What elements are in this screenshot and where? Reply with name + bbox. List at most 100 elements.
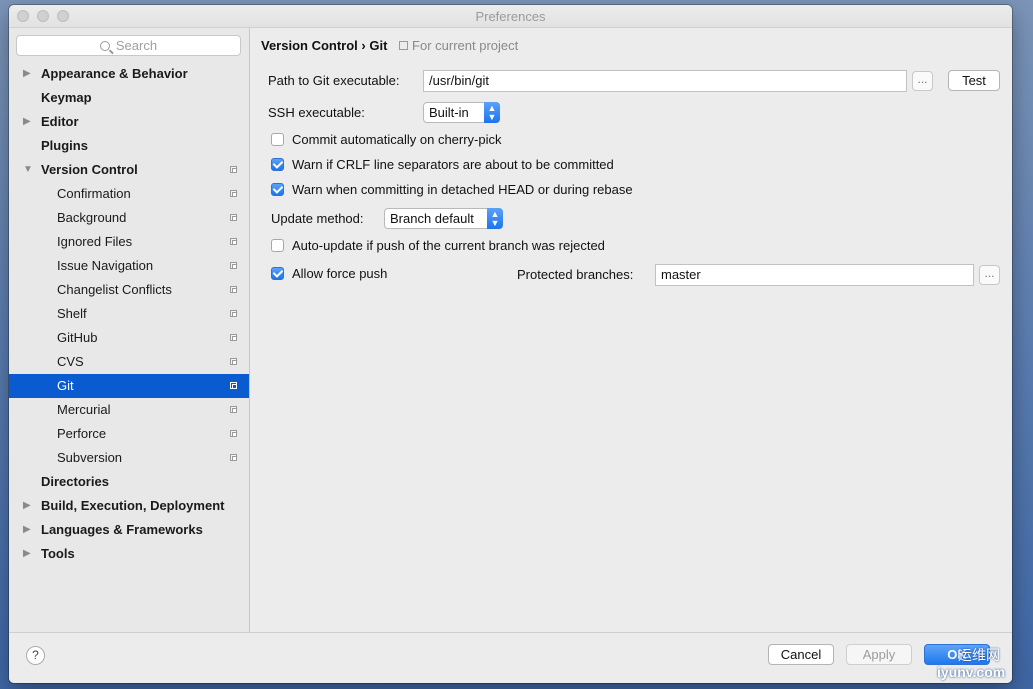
sidebar-item-label: Perforce	[57, 426, 107, 441]
project-scope-icon	[230, 238, 237, 245]
checkbox-checked-icon	[271, 158, 284, 171]
disclosure-collapsed-icon[interactable]: ▶	[23, 518, 31, 542]
crlf-warning-label: Warn if CRLF line separators are about t…	[292, 157, 614, 172]
search-icon	[99, 41, 110, 51]
detached-head-checkbox[interactable]: Warn when committing in detached HEAD or…	[271, 182, 633, 197]
project-scope-icon	[230, 310, 237, 317]
sidebar-item-plugins[interactable]: Plugins	[9, 134, 249, 158]
sidebar-item-subversion[interactable]: Subversion	[9, 446, 249, 470]
checkbox-checked-icon	[271, 267, 284, 280]
sidebar-item-background[interactable]: Background	[9, 206, 249, 230]
sidebar-item-label: Git	[57, 378, 74, 393]
sidebar-item-mercurial[interactable]: Mercurial	[9, 398, 249, 422]
project-scope-icon	[230, 262, 237, 269]
search-input[interactable]: Search	[16, 35, 241, 56]
git-path-browse-button[interactable]: ...	[912, 71, 933, 91]
sidebar-item-build-execution-deployment[interactable]: ▶ Build, Execution, Deployment	[9, 494, 249, 518]
project-scope-icon	[230, 406, 237, 413]
sidebar-item-label: GitHub	[57, 330, 98, 345]
settings-sidebar: Search ▶ Appearance & Behavior Keymap ▶ Edit…	[9, 28, 250, 632]
sidebar-item-label: Issue Navigation	[57, 258, 154, 273]
auto-update-checkbox[interactable]: Auto-update if push of the current branc…	[271, 238, 605, 253]
sidebar-item-label: Changelist Conflicts	[57, 282, 172, 297]
sidebar-item-tools[interactable]: ▶ Tools	[9, 542, 249, 566]
chevron-updown-icon: ▲ ▼	[484, 102, 500, 123]
force-push-checkbox[interactable]: Allow force push	[271, 266, 387, 281]
chevron-updown-icon: ▲ ▼	[487, 208, 503, 229]
sidebar-item-label: Ignored Files	[57, 234, 133, 249]
breadcrumb: Version Control › Git For current projec…	[261, 38, 518, 53]
sidebar-item-label: Appearance & Behavior	[41, 66, 188, 81]
checkbox-icon	[271, 239, 284, 252]
project-icon	[399, 41, 409, 50]
project-scope-icon	[230, 334, 237, 341]
project-scope-icon	[230, 166, 237, 173]
git-path-label: Path to Git executable:	[268, 73, 400, 88]
disclosure-collapsed-icon[interactable]: ▶	[23, 542, 31, 566]
ssh-label: SSH executable:	[268, 105, 365, 120]
window-title: Preferences	[475, 9, 546, 24]
protected-branches-label: Protected branches:	[517, 267, 634, 282]
disclosure-collapsed-icon[interactable]: ▶	[23, 62, 31, 86]
protected-branches-browse-button[interactable]: ...	[979, 265, 1000, 285]
sidebar-item-label: CVS	[57, 354, 84, 369]
cancel-button[interactable]: Cancel	[768, 644, 834, 665]
sidebar-item-github[interactable]: GitHub	[9, 326, 249, 350]
force-push-label: Allow force push	[292, 266, 388, 281]
sidebar-item-label: Build, Execution, Deployment	[41, 498, 225, 513]
ssh-select-value: Built-in	[429, 105, 469, 120]
update-method-select[interactable]: Branch default ▲ ▼	[384, 208, 503, 229]
cherry-pick-label: Commit automatically on cherry-pick	[292, 132, 502, 147]
sidebar-item-cvs[interactable]: CVS	[9, 350, 249, 374]
breadcrumb-path: Version Control › Git	[261, 38, 388, 53]
search-placeholder: Search	[115, 38, 158, 53]
sidebar-item-label: Languages & Frameworks	[41, 522, 203, 537]
sidebar-item-editor[interactable]: ▶ Editor	[9, 110, 249, 134]
project-scope: For current project	[399, 38, 518, 53]
sidebar-item-label: Directories	[41, 474, 109, 489]
sidebar-item-label: Mercurial	[57, 402, 111, 417]
sidebar-item-label: Tools	[41, 546, 75, 561]
crlf-warning-checkbox[interactable]: Warn if CRLF line separators are about t…	[271, 157, 614, 172]
checkbox-icon	[271, 133, 284, 146]
watermark-url: iyunv.com	[937, 664, 1006, 680]
watermark-text: 运维网	[958, 647, 1000, 663]
sidebar-item-label: Plugins	[41, 138, 88, 153]
sidebar-item-version-control[interactable]: ▼ Version Control	[9, 158, 249, 182]
disclosure-expanded-icon[interactable]: ▼	[23, 158, 33, 182]
test-button[interactable]: Test	[948, 70, 1000, 91]
update-method-value: Branch default	[390, 211, 474, 226]
cherry-pick-checkbox[interactable]: Commit automatically on cherry-pick	[271, 132, 502, 147]
apply-button[interactable]: Apply	[846, 644, 912, 665]
disclosure-collapsed-icon[interactable]: ▶	[23, 494, 31, 518]
git-path-field[interactable]: /usr/bin/git	[423, 70, 907, 92]
project-scope-icon	[230, 430, 237, 437]
settings-tree: ▶ Appearance & Behavior Keymap ▶ Editor Plugi…	[9, 62, 249, 566]
project-scope-label: For current project	[412, 38, 519, 53]
sidebar-item-shelf[interactable]: Shelf	[9, 302, 249, 326]
sidebar-item-perforce[interactable]: Perforce	[9, 422, 249, 446]
sidebar-item-label: Confirmation	[57, 186, 131, 201]
sidebar-item-languages-frameworks[interactable]: ▶ Languages & Frameworks	[9, 518, 249, 542]
project-scope-icon	[230, 214, 237, 221]
sidebar-item-appearance-behavior[interactable]: ▶ Appearance & Behavior	[9, 62, 249, 86]
title-bar: Preferences	[9, 5, 1012, 28]
project-scope-icon	[230, 358, 237, 365]
sidebar-item-directories[interactable]: Directories	[9, 470, 249, 494]
project-scope-icon	[230, 382, 237, 389]
sidebar-item-changelist-conflicts[interactable]: Changelist Conflicts	[9, 278, 249, 302]
sidebar-item-label: Version Control	[41, 162, 138, 177]
protected-branches-field[interactable]: master	[655, 264, 974, 286]
auto-update-label: Auto-update if push of the current branc…	[292, 238, 605, 253]
disclosure-collapsed-icon[interactable]: ▶	[23, 110, 31, 134]
sidebar-item-issue-navigation[interactable]: Issue Navigation	[9, 254, 249, 278]
help-button[interactable]: ?	[26, 646, 45, 665]
sidebar-item-confirmation[interactable]: Confirmation	[9, 182, 249, 206]
sidebar-item-label: Subversion	[57, 450, 123, 465]
sidebar-item-label: Editor	[41, 114, 79, 129]
sidebar-item-keymap[interactable]: Keymap	[9, 86, 249, 110]
sidebar-item-git[interactable]: Git	[9, 374, 249, 398]
sidebar-item-ignored-files[interactable]: Ignored Files	[9, 230, 249, 254]
ssh-select[interactable]: Built-in ▲ ▼	[423, 102, 500, 123]
preferences-window: Preferences Search ▶ Appearance & Behavio…	[9, 5, 1012, 683]
